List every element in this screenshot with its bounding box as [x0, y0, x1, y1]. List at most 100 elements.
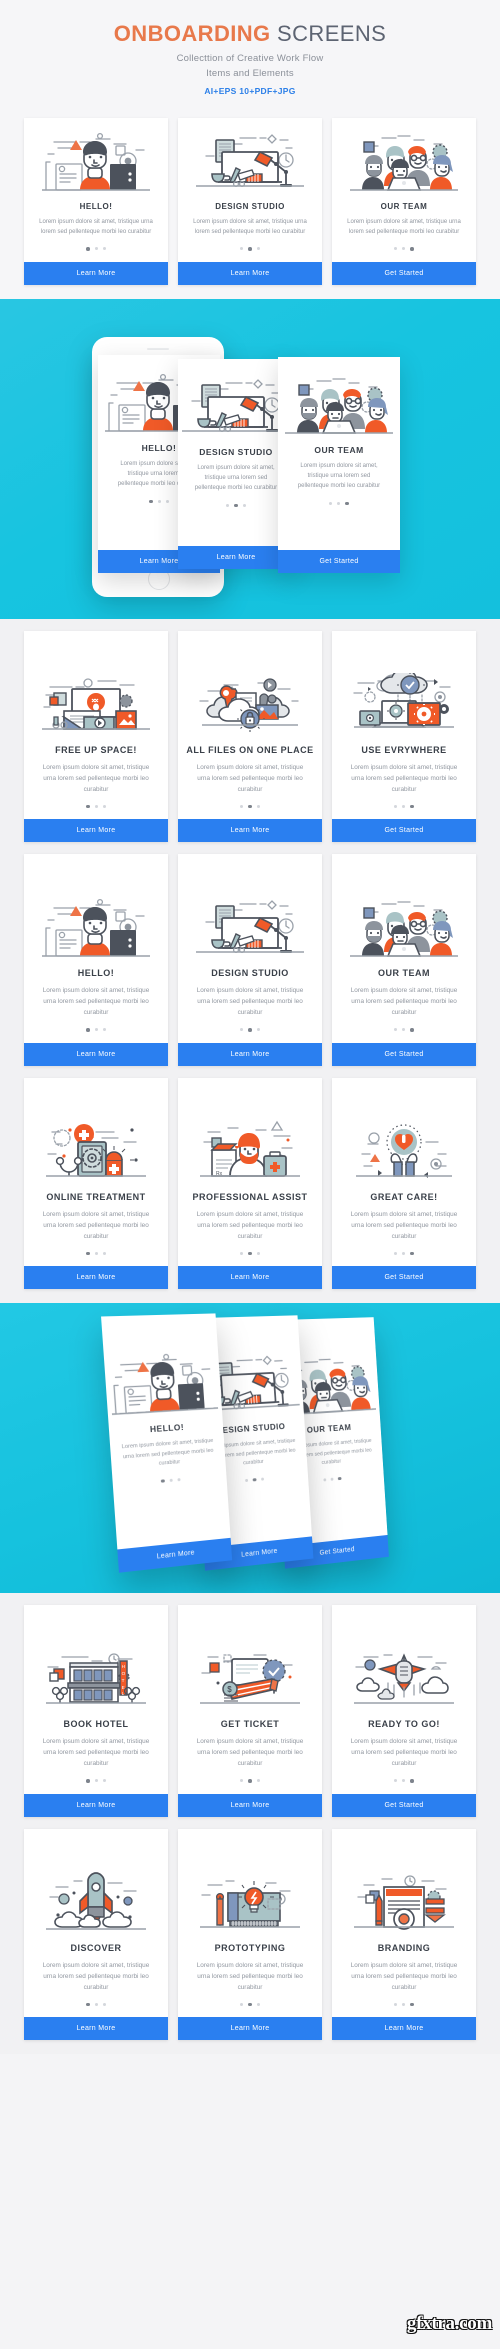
- pager-dot[interactable]: [402, 1028, 406, 1032]
- pager-dot[interactable]: [102, 1028, 106, 1032]
- onboarding-card[interactable]: BRANDING Lorem ipsum dolore sit amet, tri…: [332, 1828, 476, 2041]
- pager-dot[interactable]: [240, 1251, 244, 1255]
- pager-dot[interactable]: [248, 247, 252, 251]
- pager-dot[interactable]: [402, 2002, 406, 2006]
- pager-dot[interactable]: [240, 1028, 244, 1032]
- card-cta-button[interactable]: Get Started: [278, 549, 400, 573]
- onboarding-card[interactable]: FREE UP SPACE! Lorem ipsum dolore sit ame…: [24, 630, 168, 843]
- pager-dot[interactable]: [410, 1779, 414, 1783]
- card-cta-button[interactable]: Learn More: [178, 1793, 322, 1817]
- pager-dot[interactable]: [240, 804, 244, 808]
- pager-dot[interactable]: [161, 1479, 165, 1484]
- card-cta-button[interactable]: Get Started: [332, 1793, 476, 1817]
- card-cta-button[interactable]: Learn More: [332, 2017, 476, 2041]
- onboarding-card[interactable]: DESIGN STUDIO Lorem ipsum dolore sit amet…: [178, 117, 322, 285]
- tilt-card-1[interactable]: HELLO! Lorem ipsum dolore sit amet, trist…: [101, 1313, 233, 1574]
- card-cta-button[interactable]: Learn More: [178, 261, 322, 285]
- card-cta-button[interactable]: Learn More: [178, 545, 294, 569]
- hero-card-2[interactable]: DESIGN STUDIO Lorem ipsum dolore sit amet…: [178, 358, 294, 569]
- card-cta-button[interactable]: Learn More: [178, 1266, 322, 1290]
- pager-dot[interactable]: [94, 804, 98, 808]
- pager-dot[interactable]: [102, 1251, 106, 1255]
- pager-dot[interactable]: [245, 1479, 249, 1483]
- card-cta-button[interactable]: Learn More: [24, 261, 168, 285]
- pager-dot[interactable]: [256, 247, 260, 251]
- card-cta-button[interactable]: Get Started: [332, 1042, 476, 1066]
- pager-dot[interactable]: [248, 1779, 252, 1783]
- card-cta-button[interactable]: Learn More: [24, 2017, 168, 2041]
- card-cta-button[interactable]: Learn More: [24, 1042, 168, 1066]
- pager-dot[interactable]: [102, 1779, 106, 1783]
- card-cta-button[interactable]: Learn More: [178, 819, 322, 843]
- pager-dot[interactable]: [410, 247, 414, 251]
- onboarding-card[interactable]: READY TO GO! Lorem ipsum dolore sit amet,…: [332, 1605, 476, 1817]
- pager-dot[interactable]: [86, 1779, 90, 1783]
- pager-dot[interactable]: [256, 2002, 260, 2006]
- onboarding-card[interactable]: DISCOVER Lorem ipsum dolore sit amet, tri…: [24, 1828, 168, 2041]
- pager-dot[interactable]: [329, 501, 333, 505]
- hero-card-3[interactable]: OUR TEAM Lorem ipsum dolore sit amet, tri…: [278, 356, 400, 573]
- card-cta-button[interactable]: Learn More: [178, 2017, 322, 2041]
- onboarding-card[interactable]: ONLINE TREATMENT Lorem ipsum dolore sit a…: [24, 1077, 168, 1290]
- pager-dot[interactable]: [256, 804, 260, 808]
- pager-dot[interactable]: [86, 804, 90, 809]
- pager-dot[interactable]: [169, 1478, 173, 1483]
- onboarding-card[interactable]: H O T E L BOOK HOTEL Lorem ipsum dolore sit am…: [24, 1605, 168, 1817]
- pager-dot[interactable]: [240, 2002, 244, 2006]
- pager-dot[interactable]: [394, 2002, 398, 2006]
- pager-dot[interactable]: [410, 1028, 414, 1032]
- pager-dot[interactable]: [86, 247, 90, 251]
- pager-dot[interactable]: [248, 2002, 252, 2007]
- pager-dot[interactable]: [394, 1028, 398, 1032]
- onboarding-card[interactable]: PROTOTYPING Lorem ipsum dolore sit amet, …: [178, 1828, 322, 2041]
- pager-dot[interactable]: [256, 1251, 260, 1255]
- pager-dot[interactable]: [102, 247, 106, 251]
- onboarding-card[interactable]: ALL FILES ON ONE PLACE Lorem ipsum dolore…: [178, 630, 322, 843]
- pager-dot[interactable]: [410, 804, 414, 809]
- card-cta-button[interactable]: Learn More: [24, 1793, 168, 1817]
- pager-dot[interactable]: [260, 1477, 264, 1481]
- pager-dot[interactable]: [402, 1779, 406, 1783]
- pager-dot[interactable]: [226, 503, 230, 507]
- card-cta-button[interactable]: Learn More: [24, 819, 168, 843]
- card-cta-button[interactable]: Get Started: [332, 261, 476, 285]
- pager-dot[interactable]: [410, 1251, 414, 1256]
- pager-dot[interactable]: [394, 1251, 398, 1255]
- pager-dot[interactable]: [248, 804, 252, 809]
- onboarding-card[interactable]: OUR TEAM Lorem ipsum dolore sit amet, tri…: [332, 854, 476, 1066]
- pager-dot[interactable]: [394, 804, 398, 808]
- pager-dot[interactable]: [234, 503, 238, 508]
- onboarding-card[interactable]: $ GET TICKET Lorem ipsum dolore sit amet, …: [178, 1605, 322, 1817]
- pager-dot[interactable]: [94, 1251, 98, 1255]
- pager-dot[interactable]: [94, 1779, 98, 1783]
- pager-dot[interactable]: [240, 247, 244, 251]
- pager-dot[interactable]: [323, 1478, 327, 1482]
- pager-dot[interactable]: [330, 1477, 334, 1482]
- pager-dot[interactable]: [177, 1478, 181, 1482]
- onboarding-card[interactable]: OUR TEAM Lorem ipsum dolore sit amet, tri…: [332, 117, 476, 285]
- card-cta-button[interactable]: Get Started: [332, 819, 476, 843]
- pager-dot[interactable]: [256, 1028, 260, 1032]
- pager-dot[interactable]: [157, 499, 161, 503]
- onboarding-card[interactable]: DESIGN STUDIO Lorem ipsum dolore sit amet…: [178, 854, 322, 1066]
- pager-dot[interactable]: [248, 1251, 252, 1256]
- onboarding-card[interactable]: HELLO! Lorem ipsum dolore sit amet, trist…: [24, 854, 168, 1066]
- pager-dot[interactable]: [165, 499, 169, 503]
- pager-dot[interactable]: [337, 501, 341, 505]
- pager-dot[interactable]: [242, 503, 246, 507]
- pager-dot[interactable]: [94, 1028, 98, 1032]
- pager-dot[interactable]: [149, 499, 153, 504]
- onboarding-card[interactable]: GREAT CARE! Lorem ipsum dolore sit amet, …: [332, 1077, 476, 1290]
- pager-dot[interactable]: [256, 1779, 260, 1783]
- pager-dot[interactable]: [402, 1251, 406, 1255]
- onboarding-card[interactable]: USE EVRYWHERE Lorem ipsum dolore sit amet…: [332, 630, 476, 843]
- pager-dot[interactable]: [94, 247, 98, 251]
- pager-dot[interactable]: [402, 804, 406, 808]
- card-cta-button[interactable]: Get Started: [332, 1266, 476, 1290]
- pager-dot[interactable]: [94, 2002, 98, 2006]
- pager-dot[interactable]: [394, 247, 398, 251]
- pager-dot[interactable]: [402, 247, 406, 251]
- pager-dot[interactable]: [86, 2002, 90, 2007]
- card-cta-button[interactable]: Learn More: [24, 1266, 168, 1290]
- onboarding-card[interactable]: HELLO! Lorem ipsum dolore sit amet, trist…: [24, 117, 168, 285]
